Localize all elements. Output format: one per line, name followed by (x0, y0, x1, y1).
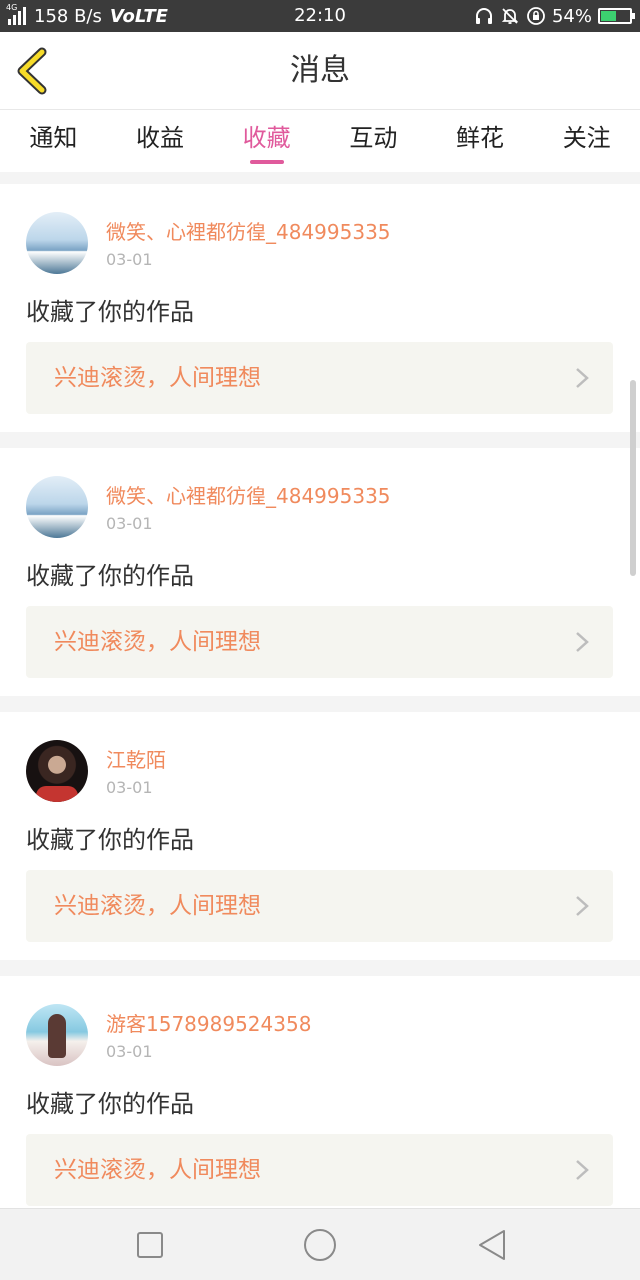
work-link[interactable]: 兴迪滚烫，人间理想 (26, 1134, 613, 1206)
tab-interactions[interactable]: 互动 (320, 110, 427, 172)
username[interactable]: 江乾陌 (106, 744, 166, 773)
action-text: 收藏了你的作品 (26, 562, 194, 590)
message-date: 03-01 (106, 250, 153, 269)
message-card: 游客1578989524358 03-01 收藏了你的作品 兴迪滚烫，人间理想 (0, 976, 640, 1224)
message-date: 03-01 (106, 514, 153, 533)
message-list: 微笑、心裡都彷徨_484995335 03-01 收藏了你的作品 兴迪滚烫，人间… (0, 184, 640, 1240)
back-button[interactable] (12, 46, 56, 96)
avatar[interactable] (26, 212, 88, 274)
page-title: 消息 (290, 53, 350, 88)
recent-apps-icon[interactable] (132, 1227, 168, 1263)
status-bar: 4G 158 B/s VoLTE 22:10 54% (0, 0, 640, 32)
bell-off-icon (501, 8, 519, 24)
battery-percent: 54% (551, 5, 592, 27)
scrollbar[interactable] (630, 380, 636, 576)
home-icon[interactable] (302, 1227, 338, 1263)
navigation-bar (0, 1208, 640, 1280)
avatar[interactable] (26, 476, 88, 538)
message-date: 03-01 (106, 1042, 153, 1061)
back-triangle-icon[interactable] (474, 1227, 510, 1263)
work-title: 兴迪滚烫，人间理想 (54, 893, 261, 919)
action-text: 收藏了你的作品 (26, 826, 194, 854)
tab-notifications[interactable]: 通知 (0, 110, 107, 172)
work-title: 兴迪滚烫，人间理想 (54, 1157, 261, 1183)
rotation-lock-icon (527, 7, 545, 25)
tab-follows[interactable]: 关注 (533, 110, 640, 172)
message-date: 03-01 (106, 778, 153, 797)
work-link[interactable]: 兴迪滚烫，人间理想 (26, 870, 613, 942)
action-text: 收藏了你的作品 (26, 298, 194, 326)
chevron-right-icon (576, 1160, 589, 1180)
chevron-right-icon (576, 632, 589, 652)
username[interactable]: 微笑、心裡都彷徨_484995335 (106, 480, 391, 509)
username[interactable]: 游客1578989524358 (106, 1008, 311, 1037)
work-title: 兴迪滚烫，人间理想 (54, 629, 261, 655)
message-card: 微笑、心裡都彷徨_484995335 03-01 收藏了你的作品 兴迪滚烫，人间… (0, 448, 640, 696)
avatar[interactable] (26, 740, 88, 802)
chevron-right-icon (576, 896, 589, 916)
username[interactable]: 微笑、心裡都彷徨_484995335 (106, 216, 391, 245)
tab-flowers[interactable]: 鲜花 (427, 110, 534, 172)
header: 消息 (0, 32, 640, 110)
tab-earnings[interactable]: 收益 (107, 110, 214, 172)
action-text: 收藏了你的作品 (26, 1090, 194, 1118)
headphones-icon (475, 8, 492, 24)
work-link[interactable]: 兴迪滚烫，人间理想 (26, 342, 613, 414)
work-link[interactable]: 兴迪滚烫，人间理想 (26, 606, 613, 678)
avatar[interactable] (26, 1004, 88, 1066)
work-title: 兴迪滚烫，人间理想 (54, 365, 261, 391)
message-card: 江乾陌 03-01 收藏了你的作品 兴迪滚烫，人间理想 (0, 712, 640, 960)
tab-bar: 通知 收益 收藏 互动 鲜花 关注 (0, 110, 640, 172)
chevron-left-icon (17, 47, 47, 95)
tab-favorites[interactable]: 收藏 (213, 110, 320, 172)
battery-icon (598, 8, 635, 24)
message-card: 微笑、心裡都彷徨_484995335 03-01 收藏了你的作品 兴迪滚烫，人间… (0, 184, 640, 432)
chevron-right-icon (576, 368, 589, 388)
